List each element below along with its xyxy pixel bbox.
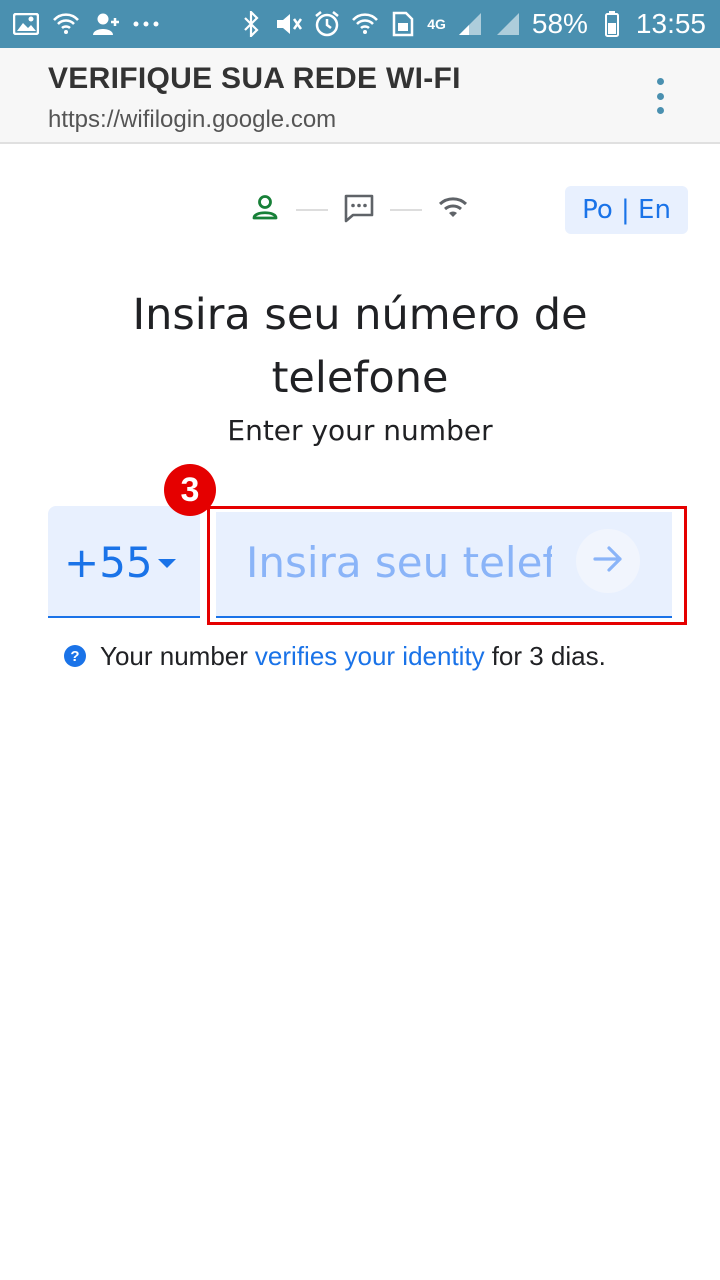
app-bar: VERIFIQUE SUA REDE WI-FI https://wifilog… (0, 48, 720, 144)
person-icon (248, 191, 282, 230)
battery-percent: 58% (531, 8, 588, 39)
more-icon (132, 10, 160, 38)
menu-dot (656, 107, 664, 114)
signal-icon (494, 10, 522, 38)
page-title: VERIFIQUE SUA REDE WI-FI (48, 62, 461, 95)
help-prefix: Your number (100, 640, 248, 671)
bluetooth-icon (237, 10, 265, 38)
progress-stepper (248, 190, 470, 230)
country-code-value: +55 (64, 538, 153, 587)
network-type: 4G (427, 16, 446, 32)
language-toggle[interactable]: Po | En (565, 186, 688, 234)
alarm-icon (313, 10, 341, 38)
step-divider (296, 209, 328, 211)
clock: 13:55 (635, 8, 706, 39)
sim-icon (389, 10, 417, 38)
image-icon (12, 10, 40, 38)
add-contact-icon (92, 10, 120, 38)
country-code-select[interactable]: +55 (48, 506, 200, 618)
wifi-question-icon (52, 10, 80, 38)
step-badge: 3 (164, 464, 216, 516)
wifi-icon (351, 10, 379, 38)
menu-dot (656, 92, 664, 100)
status-bar-left (12, 8, 160, 40)
status-bar-right: 4G 58% 13:55 (237, 8, 706, 40)
page-url: https://wifilogin.google.com (48, 106, 337, 133)
menu-dot (656, 78, 664, 85)
mute-icon (275, 10, 303, 38)
status-bar: 4G 58% 13:55 (0, 0, 720, 48)
wifi-icon (436, 191, 470, 230)
page-subheading: Enter your number (227, 414, 493, 447)
step-divider (390, 209, 422, 211)
highlight-box (207, 506, 687, 625)
sms-icon (342, 191, 376, 230)
identity-link[interactable]: verifies your identity (255, 641, 485, 672)
page-heading: Insira seu número de telefone (132, 290, 588, 403)
signal-icon (456, 10, 484, 38)
battery-icon (598, 10, 626, 38)
help-text: ? Your number verifies your identity for… (64, 638, 606, 674)
help-suffix: for 3 dias. (491, 640, 606, 671)
dropdown-arrow-icon (158, 559, 176, 568)
more-vert-icon[interactable] (648, 76, 672, 116)
help-icon: ? (64, 645, 86, 667)
